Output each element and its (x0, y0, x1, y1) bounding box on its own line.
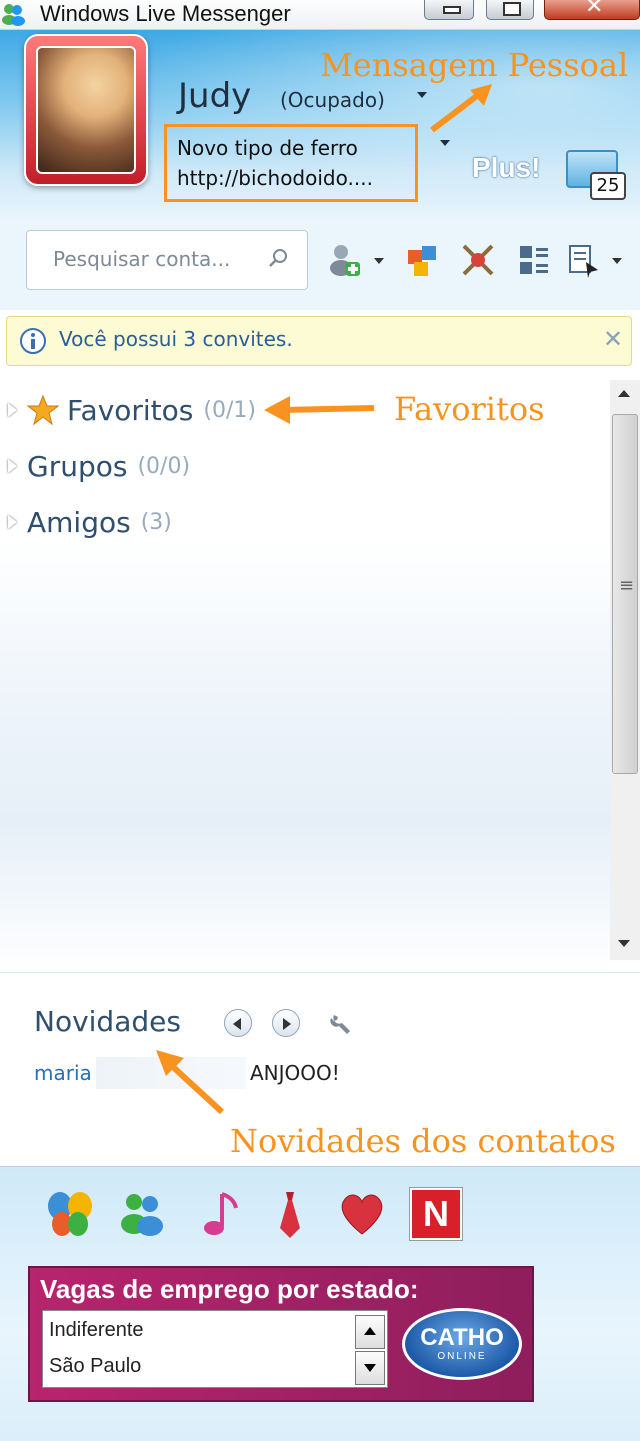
news-heading: Novidades (34, 1005, 181, 1038)
messenger-app-icon (2, 4, 25, 26)
expand-icon[interactable] (8, 515, 17, 529)
news-message: ANJOOO! (250, 1061, 340, 1085)
expand-icon[interactable] (8, 403, 17, 417)
group-count: (0/0) (137, 453, 191, 479)
list-item[interactable]: Indiferente (49, 1319, 144, 1342)
avatar-photo (36, 46, 136, 174)
annotation-arrow-icon (264, 396, 375, 424)
expand-icon[interactable] (8, 459, 17, 473)
ad-title: Vagas de emprego por estado: (40, 1274, 419, 1304)
close-icon: ✕ (585, 0, 604, 19)
job-ad-banner[interactable]: Vagas de emprego por estado: Indiferente… (28, 1266, 534, 1402)
close-button[interactable]: ✕ (544, 0, 640, 20)
music-note-icon[interactable] (192, 1188, 244, 1240)
tie-icon[interactable] (264, 1188, 316, 1240)
personal-message-field[interactable]: Novo tipo de ferro http://bichodoido.... (164, 124, 418, 202)
maximize-button[interactable] (486, 0, 534, 20)
annotation-favorites: Favoritos (394, 390, 545, 428)
scroll-up-button[interactable] (355, 1315, 385, 1349)
news-contact-link[interactable]: maria (34, 1061, 92, 1085)
netflix-icon[interactable]: N (409, 1187, 463, 1241)
games-icon[interactable] (404, 240, 440, 280)
add-contact-icon[interactable] (326, 240, 362, 280)
layout-icon[interactable] (516, 240, 552, 280)
annotation-personal-message: Mensagem Pessoal (320, 46, 629, 84)
group-label: Amigos (27, 505, 131, 539)
scroll-down-icon[interactable] (618, 940, 630, 947)
show-menu-icon[interactable] (566, 240, 602, 280)
group-count: (0/1) (203, 397, 256, 423)
title-bar: Windows Live Messenger ✕ (0, 0, 640, 30)
invitation-text[interactable]: Você possui 3 convites. (59, 327, 293, 351)
netflix-letter: N (423, 1193, 449, 1234)
messenger-people-icon[interactable] (116, 1188, 168, 1240)
close-icon[interactable]: ✕ (603, 325, 623, 353)
search-placeholder: Pesquisar conta... (53, 247, 231, 271)
state-listbox[interactable]: Indiferente São Paulo (42, 1310, 388, 1388)
chevron-down-icon[interactable] (440, 140, 450, 146)
calendar-badge: 25 (590, 172, 626, 200)
chevron-down-icon[interactable] (612, 258, 622, 264)
activities-icon[interactable] (460, 240, 496, 280)
msn-butterfly-icon[interactable] (44, 1188, 96, 1240)
info-icon (20, 328, 46, 354)
contact-list-scrollbar[interactable] (610, 380, 640, 960)
wrench-icon[interactable] (328, 1011, 354, 1037)
catho-logo[interactable]: CATHO ONLINE (402, 1308, 522, 1380)
window-title: Windows Live Messenger (40, 1, 291, 26)
minimize-button[interactable] (424, 0, 474, 20)
annotation-arrow-icon (156, 1050, 225, 1115)
heart-icon[interactable] (336, 1188, 388, 1240)
search-input[interactable]: Pesquisar conta... (26, 230, 308, 290)
list-item[interactable]: São Paulo (49, 1355, 141, 1378)
group-label: Favoritos (67, 393, 194, 427)
status-selector[interactable]: (Ocupado) (280, 88, 385, 112)
chevron-down-icon[interactable] (374, 258, 384, 264)
calendar-icon[interactable]: 25 (566, 150, 626, 200)
news-next-button[interactable] (272, 1009, 300, 1037)
logo-line-2: ONLINE (437, 1351, 487, 1362)
personal-message-line-1: Novo tipo de ferro (177, 136, 358, 160)
messenger-plus-logo[interactable]: Plus! (472, 152, 540, 184)
search-icon[interactable] (267, 247, 289, 269)
scroll-up-icon[interactable] (618, 390, 630, 397)
avatar[interactable] (24, 34, 148, 186)
annotation-arrow-icon (430, 84, 492, 133)
personal-message-line-2: http://bichodoido.... (177, 166, 373, 190)
group-friends[interactable]: Amigos (3) (8, 502, 172, 542)
group-favorites[interactable]: Favoritos (0/1) (8, 390, 256, 430)
star-icon (27, 394, 59, 426)
scroll-down-button[interactable] (355, 1351, 385, 1385)
invitation-bar[interactable]: Você possui 3 convites. ✕ (6, 316, 632, 366)
scroll-thumb[interactable] (612, 414, 638, 774)
annotation-news: Novidades dos contatos (230, 1122, 616, 1160)
group-count: (3) (140, 509, 172, 535)
group-label: Grupos (27, 449, 128, 483)
news-prev-button[interactable] (224, 1009, 252, 1037)
logo-line-1: CATHO (420, 1324, 504, 1351)
group-groups[interactable]: Grupos (0/0) (8, 446, 190, 486)
display-name[interactable]: Judy (178, 76, 251, 116)
